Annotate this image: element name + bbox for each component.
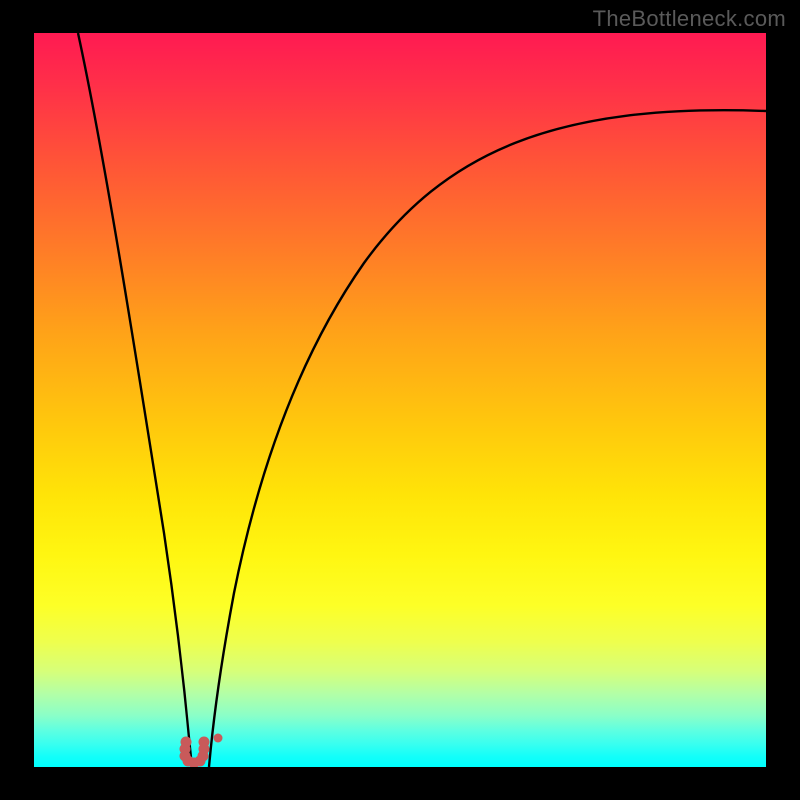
chart-frame: TheBottleneck.com	[0, 0, 800, 800]
curve-right-branch	[209, 110, 766, 767]
curve-left-branch	[78, 33, 192, 767]
attribution-text: TheBottleneck.com	[593, 6, 786, 32]
marker-u-curve	[180, 734, 223, 768]
curves-layer	[34, 33, 766, 767]
plot-area	[34, 33, 766, 767]
